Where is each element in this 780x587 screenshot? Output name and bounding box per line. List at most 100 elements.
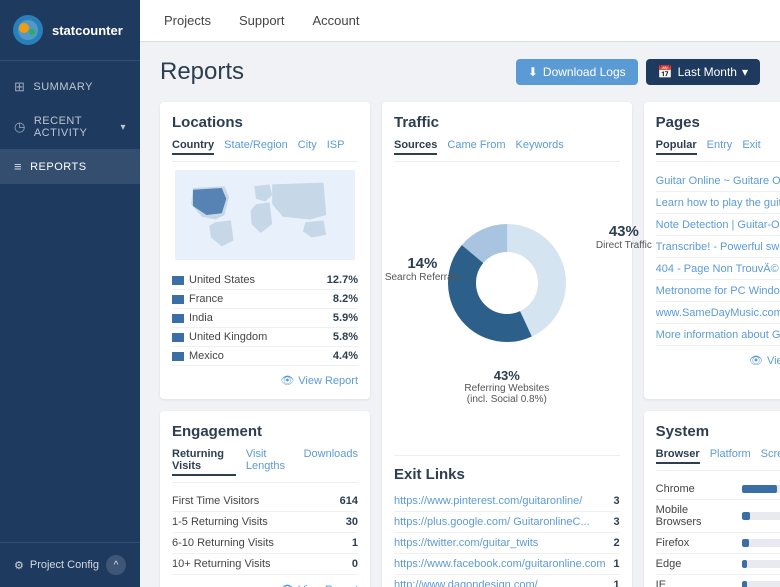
location-row: India 5.9% [172,309,358,328]
location-row: United States 12.7% [172,271,358,290]
tab-returning-visits[interactable]: Returning Visits [172,448,236,476]
engagement-tabs: Returning Visits Visit Lengths Downloads [172,448,358,483]
tab-state-region[interactable]: State/Region [224,139,288,155]
engagement-card: Engagement Returning Visits Visit Length… [160,411,370,587]
sidebar-item-label-summary: Summary [33,81,93,93]
download-logs-button[interactable]: ⬇ Download Logs [516,59,638,85]
sidebar-item-summary[interactable]: ⊞ Summary [0,69,140,105]
engagement-label: 10+ Returning Visits [172,558,352,570]
exit-link-row: https://twitter.com/guitar_twits 2 [394,533,620,554]
exit-url[interactable]: https://twitter.com/guitar_twits [394,537,606,549]
logo-text: statcounter [52,23,123,38]
browser-bar-container [742,539,780,547]
exit-url[interactable]: http://www.dagondesign.com/ [394,579,606,587]
sidebar-nav: ⊞ Summary ◷ Recent Activity ▾ ≡ Reports [0,61,140,542]
tab-came-from[interactable]: Came From [447,139,505,155]
page-name[interactable]: Metronome for PC Windows | Other ... [656,285,780,297]
page-row: Transcribe! - Powerful swiss knife for .… [656,236,780,258]
search-referrals-pct: 14% [385,255,460,272]
locations-card: Locations Country State/Region City ISP [160,102,370,399]
tab-city[interactable]: City [298,139,317,155]
browser-bar [742,539,749,547]
tab-entry[interactable]: Entry [707,139,733,155]
sidebar-collapse-button[interactable]: ^ [106,555,126,575]
sidebar: statcounter ⊞ Summary ◷ Recent Activity … [0,0,140,587]
tab-visit-lengths[interactable]: Visit Lengths [246,448,294,476]
page-name[interactable]: Note Detection | Guitar-Online (https:..… [656,219,780,231]
search-referrals-label: 14% Search Referrals [385,255,460,283]
sidebar-item-recent-activity[interactable]: ◷ Recent Activity ▾ [0,105,140,149]
reports-icon: ≡ [14,159,22,174]
sidebar-item-reports[interactable]: ≡ Reports [0,149,140,184]
tab-exit[interactable]: Exit [742,139,760,155]
system-tabs: Browser Platform Screen Os [656,448,780,471]
system-row: Edge 6.8% [656,554,780,575]
page-row: Learn how to play the guitar: tutorial..… [656,192,780,214]
page-row: 404 - Page Non TrouvÃ©e | Page Not ... 3… [656,258,780,280]
nav-support[interactable]: Support [235,13,289,28]
page-row: Metronome for PC Windows | Other ... 28 [656,280,780,302]
exit-url[interactable]: https://www.pinterest.com/guitaronline/ [394,495,606,507]
pages-view-report[interactable]: 👁 View Report [656,354,780,367]
period-selector-button[interactable]: 📅 Last Month ▾ [646,59,760,85]
page-row: Note Detection | Guitar-Online (https:..… [656,214,780,236]
page-name[interactable]: More information about Guitar-Online... [656,329,780,341]
sidebar-logo: statcounter [0,0,140,61]
browser-name: Chrome [656,483,736,495]
traffic-title: Traffic [394,114,620,131]
nav-projects[interactable]: Projects [160,13,215,28]
exit-url[interactable]: https://www.facebook.com/guitaronline.co… [394,558,606,570]
browser-bar-container [742,560,780,568]
tab-platform[interactable]: Platform [710,448,751,464]
traffic-tabs: Sources Came From Keywords [394,139,620,162]
tab-country[interactable]: Country [172,139,214,155]
browser-name: IE [656,579,736,587]
pages-card: Pages Popular Entry Exit Guitar Online ~… [644,102,780,399]
location-row: United Kingdom 5.8% [172,328,358,347]
exit-url[interactable]: https://plus.google.com/ GuitaronlineC..… [394,516,606,528]
location-name: Mexico [189,350,333,362]
recent-activity-icon: ◷ [14,119,26,135]
browser-bar [742,581,747,587]
view-report-icon: 👁 [749,354,763,367]
engagement-value: 1 [352,537,358,549]
tab-isp[interactable]: ISP [327,139,345,155]
tab-popular[interactable]: Popular [656,139,697,155]
flag-icon [172,352,184,361]
exit-link-row: https://plus.google.com/ GuitaronlineC..… [394,512,620,533]
tab-keywords[interactable]: Keywords [515,139,563,155]
exit-count: 1 [614,579,620,587]
location-row: France 8.2% [172,290,358,309]
project-config-label: Project Config [30,559,99,571]
browser-bar-container [742,485,780,493]
engagement-view-report[interactable]: 👁 View Report [172,583,358,587]
nav-account[interactable]: Account [309,13,364,28]
system-row: Chrome 49.6% [656,479,780,500]
page-name[interactable]: Transcribe! - Powerful swiss knife for .… [656,241,780,253]
browser-bar-container [742,581,780,587]
tab-sources[interactable]: Sources [394,139,437,155]
tab-screen[interactable]: Screen [761,448,780,464]
tab-downloads[interactable]: Downloads [304,448,358,476]
system-card: System Browser Platform Screen Os Chrome… [644,411,780,587]
page-name[interactable]: Learn how to play the guitar: tutorial..… [656,197,780,209]
tab-browser[interactable]: Browser [656,448,700,464]
engagement-row: 1-5 Returning Visits 30 [172,512,358,533]
exit-count: 2 [614,537,620,549]
sidebar-footer[interactable]: ⚙ Project Config ^ [0,542,140,587]
page-name[interactable]: www.SameDayMusic.com - 240,000+ it... [656,307,780,319]
statcounter-logo-icon [12,14,44,46]
engagement-row: 6-10 Returning Visits 1 [172,533,358,554]
exit-links-list: https://www.pinterest.com/guitaronline/ … [394,491,620,587]
system-list: Chrome 49.6%Mobile Browsers 11.5%Firefox… [656,479,780,587]
content-area: Reports ⬇ Download Logs 📅 Last Month ▾ L… [140,42,780,587]
location-name: France [189,293,333,305]
engagement-row: First Time Visitors 614 [172,491,358,512]
page-name[interactable]: 404 - Page Non TrouvÃ©e | Page Not ... [656,263,780,275]
page-name[interactable]: Guitar Online ~ Guitare Online ~ Guit... [656,175,780,187]
engagement-value: 30 [346,516,358,528]
engagement-value: 614 [340,495,358,507]
locations-view-report[interactable]: 👁 View Report [172,374,358,387]
flag-icon [172,314,184,323]
view-report-icon: 👁 [280,374,294,387]
